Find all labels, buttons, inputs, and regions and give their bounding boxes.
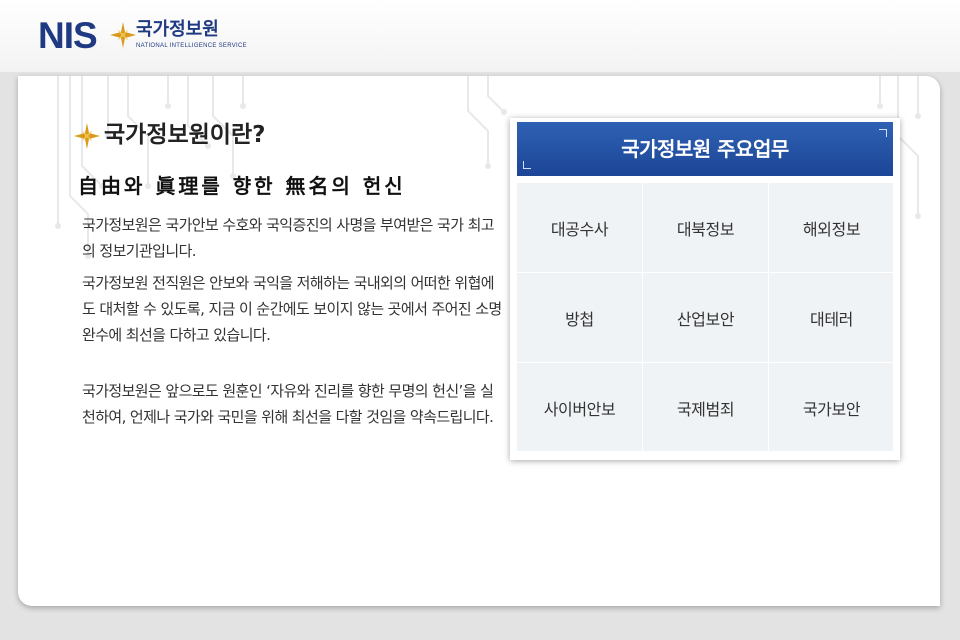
duty-item-counterintelligence-investigation[interactable]: 대공수사: [517, 183, 642, 272]
intro-paragraph-1: 국가정보원은 국가안보 수호와 국익증진의 사명을 부여받은 국가 최고의 정보…: [82, 216, 495, 260]
duty-item-cyber-security[interactable]: 사이버안보: [517, 363, 642, 452]
logo-nis-text: NIS: [38, 15, 98, 56]
intro-paragraph-3: 국가정보원은 앞으로도 원훈인 ‘자유와 진리를 향한 무명의 헌신’을 실천하…: [82, 382, 494, 426]
page-title: 국가정보원이란?: [104, 122, 266, 148]
intro-paragraph-2: 국가정보원 전직원은 안보와 국익을 저해하는 국내외의 어떠한 위협에도 대처…: [82, 274, 502, 344]
logo-english-name: NATIONAL INTELLIGENCE SERVICE: [136, 43, 247, 49]
motto: 自由와 眞理를 향한 無名의 헌신: [78, 174, 406, 198]
duty-item-counter-espionage[interactable]: 방첩: [517, 273, 642, 362]
duties-card: 국가정보원 주요업무 대공수사 대북정보 해외정보 방첩 산업보안 대테러 사이…: [510, 118, 900, 460]
duties-title: 국가정보원 주요업무: [621, 137, 789, 161]
duty-item-industrial-security[interactable]: 산업보안: [643, 273, 768, 362]
duty-item-counter-terrorism[interactable]: 대테러: [769, 273, 894, 362]
star-icon: [110, 22, 136, 48]
duty-item-international-crime[interactable]: 국제범죄: [643, 363, 768, 452]
duty-item-national-security[interactable]: 국가보안: [769, 363, 894, 452]
top-bar: NIS 국가정보원 NATIONAL INTELLIGENCE SERVICE: [0, 0, 960, 72]
logo-korean-name: 국가정보원: [136, 19, 219, 40]
duty-item-north-korea-intelligence[interactable]: 대북정보: [643, 183, 768, 272]
star-icon: [74, 123, 100, 149]
duty-item-foreign-intelligence[interactable]: 해외정보: [769, 183, 894, 272]
content-panel: 국가정보원이란? 自由와 眞理를 향한 無名의 헌신 국가정보원은 국가안보 수…: [18, 76, 940, 606]
duties-grid: 대공수사 대북정보 해외정보 방첩 산업보안 대테러 사이버안보 국제범죄 국가…: [517, 183, 893, 451]
duties-card-header: 국가정보원 주요업무: [517, 122, 893, 176]
